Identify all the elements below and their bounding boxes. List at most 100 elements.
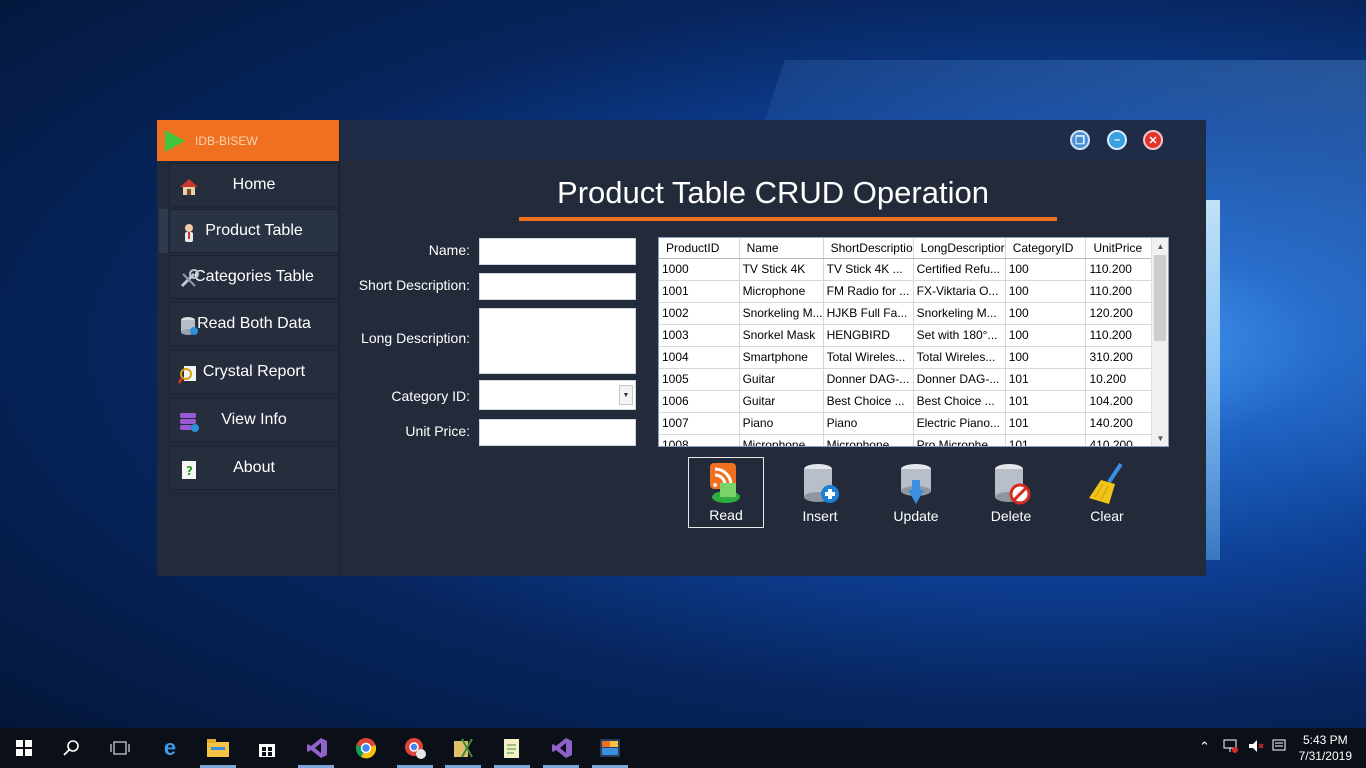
- scroll-down-icon[interactable]: ▼: [1152, 430, 1168, 446]
- table-row[interactable]: 1001 Microphone FM Radio for ... FX-Viktari…: [659, 280, 1168, 303]
- table-row[interactable]: 1006 Guitar Best Choice ... Best Choice ...…: [659, 390, 1168, 413]
- table-cell[interactable]: 1003: [659, 324, 740, 347]
- table-cell[interactable]: 1004: [659, 346, 740, 369]
- file-explorer-icon[interactable]: [206, 736, 230, 760]
- table-row[interactable]: 1008 Microphone Microphone Pro Microphe... 1…: [659, 434, 1168, 446]
- sidebar-item-about[interactable]: ? About: [169, 446, 339, 490]
- table-cell[interactable]: Electric Piano...: [913, 412, 1006, 435]
- unit-price-field[interactable]: [479, 419, 636, 446]
- table-cell[interactable]: 100: [1005, 258, 1087, 281]
- table-cell[interactable]: 100: [1005, 324, 1087, 347]
- table-cell[interactable]: Piano: [823, 412, 914, 435]
- table-cell[interactable]: 1001: [659, 280, 740, 303]
- category-id-select[interactable]: ▼: [479, 380, 636, 410]
- restore-window-icon[interactable]: ❐: [1070, 130, 1090, 150]
- table-cell[interactable]: 1000: [659, 258, 740, 281]
- visual-studio-running-icon[interactable]: [550, 736, 574, 760]
- long-description-field[interactable]: [479, 308, 636, 374]
- scrollbar-thumb[interactable]: [1154, 255, 1166, 341]
- chevron-down-icon[interactable]: ▼: [619, 385, 633, 405]
- table-cell[interactable]: Total Wireles...: [823, 346, 914, 369]
- search-icon[interactable]: [60, 736, 84, 760]
- visual-studio-icon[interactable]: [305, 736, 329, 760]
- volume-muted-icon[interactable]: [1248, 739, 1264, 756]
- table-cell[interactable]: Piano: [739, 412, 824, 435]
- sidebar-item-read-both-data[interactable]: Read Both Data: [169, 302, 339, 346]
- close-window-icon[interactable]: ✕: [1143, 130, 1163, 150]
- system-clock[interactable]: 5:43 PM 7/31/2019: [1299, 732, 1352, 764]
- sidebar-item-view-info[interactable]: View Info: [169, 398, 339, 442]
- table-cell[interactable]: Donner DAG-...: [823, 368, 914, 391]
- column-header[interactable]: ShortDescriptio: [823, 238, 914, 259]
- table-row[interactable]: 1000 TV Stick 4K TV Stick 4K ... Certified …: [659, 258, 1168, 281]
- grid-vertical-scrollbar[interactable]: ▲ ▼: [1151, 238, 1168, 446]
- chrome-icon[interactable]: [354, 736, 378, 760]
- notepad-plus-icon[interactable]: [500, 736, 524, 760]
- table-cell[interactable]: Snorkeling M...: [739, 302, 824, 325]
- table-row[interactable]: 1007 Piano Piano Electric Piano... 101 140.20…: [659, 412, 1168, 435]
- table-cell[interactable]: 1007: [659, 412, 740, 435]
- column-header[interactable]: CategoryID: [1005, 238, 1087, 259]
- sidebar-item-categories-table[interactable]: Categories Table: [169, 255, 339, 299]
- table-cell[interactable]: Guitar: [739, 390, 824, 413]
- update-button[interactable]: Update: [878, 457, 954, 528]
- windows-start-icon[interactable]: [12, 736, 36, 760]
- product-grid[interactable]: ProductID Name ShortDescriptio LongDescr…: [658, 237, 1169, 447]
- table-cell[interactable]: Donner DAG-...: [913, 368, 1006, 391]
- task-view-icon[interactable]: [108, 736, 132, 760]
- table-cell[interactable]: FM Radio for ...: [823, 280, 914, 303]
- table-cell[interactable]: 100: [1005, 302, 1087, 325]
- column-header[interactable]: Name: [739, 238, 824, 259]
- scroll-up-icon[interactable]: ▲: [1152, 238, 1168, 254]
- table-cell[interactable]: Best Choice ...: [913, 390, 1006, 413]
- table-cell[interactable]: 1005: [659, 368, 740, 391]
- sidebar-item-home[interactable]: Home: [169, 163, 339, 207]
- table-cell[interactable]: 1002: [659, 302, 740, 325]
- table-cell[interactable]: 101: [1005, 434, 1087, 446]
- table-cell[interactable]: Certified Refu...: [913, 258, 1006, 281]
- table-cell[interactable]: Microphone: [823, 434, 914, 446]
- table-cell[interactable]: 101: [1005, 390, 1087, 413]
- network-icon[interactable]: [1222, 739, 1238, 756]
- insert-button[interactable]: Insert: [782, 457, 858, 528]
- read-button[interactable]: Read: [688, 457, 764, 528]
- table-cell[interactable]: Snorkeling M...: [913, 302, 1006, 325]
- store-icon[interactable]: [255, 736, 279, 760]
- table-cell[interactable]: 101: [1005, 412, 1087, 435]
- short-description-field[interactable]: [479, 273, 636, 300]
- table-cell[interactable]: Best Choice ...: [823, 390, 914, 413]
- table-cell[interactable]: Snorkel Mask: [739, 324, 824, 347]
- notifications-icon[interactable]: [1272, 739, 1286, 756]
- table-cell[interactable]: FX-Viktaria O...: [913, 280, 1006, 303]
- table-cell[interactable]: 101: [1005, 368, 1087, 391]
- table-cell[interactable]: HENGBIRD: [823, 324, 914, 347]
- sidebar-item-crystal-report[interactable]: Crystal Report: [169, 350, 339, 394]
- edge-browser-icon[interactable]: e: [158, 735, 182, 760]
- table-cell[interactable]: Pro Microphe...: [913, 434, 1006, 446]
- table-row[interactable]: 1002 Snorkeling M... HJKB Full Fa... Snorke…: [659, 302, 1168, 325]
- minimize-window-icon[interactable]: –: [1107, 130, 1127, 150]
- sql-server-icon[interactable]: [451, 736, 475, 760]
- table-row[interactable]: 1004 Smartphone Total Wireles... Total Wire…: [659, 346, 1168, 369]
- delete-button[interactable]: Delete: [973, 457, 1049, 528]
- sidebar-item-product-table[interactable]: Product Table: [169, 209, 339, 253]
- column-header[interactable]: ProductID: [659, 238, 740, 259]
- table-cell[interactable]: Total Wireles...: [913, 346, 1006, 369]
- name-field[interactable]: [479, 238, 636, 265]
- table-cell[interactable]: HJKB Full Fa...: [823, 302, 914, 325]
- table-row[interactable]: 1003 Snorkel Mask HENGBIRD Set with 180°...…: [659, 324, 1168, 347]
- table-cell[interactable]: 1008: [659, 434, 740, 446]
- table-cell[interactable]: TV Stick 4K: [739, 258, 824, 281]
- chevron-up-icon[interactable]: ⌃: [1199, 739, 1210, 755]
- clear-button[interactable]: Clear: [1069, 457, 1145, 528]
- app-window-icon[interactable]: [598, 736, 622, 760]
- table-cell[interactable]: 1006: [659, 390, 740, 413]
- column-header[interactable]: LongDescriptior: [913, 238, 1006, 259]
- table-cell[interactable]: 100: [1005, 280, 1087, 303]
- chrome-profile-icon[interactable]: [403, 736, 427, 760]
- table-cell[interactable]: 100: [1005, 346, 1087, 369]
- table-cell[interactable]: Guitar: [739, 368, 824, 391]
- table-cell[interactable]: Microphone: [739, 434, 824, 446]
- table-cell[interactable]: Set with 180°...: [913, 324, 1006, 347]
- table-cell[interactable]: TV Stick 4K ...: [823, 258, 914, 281]
